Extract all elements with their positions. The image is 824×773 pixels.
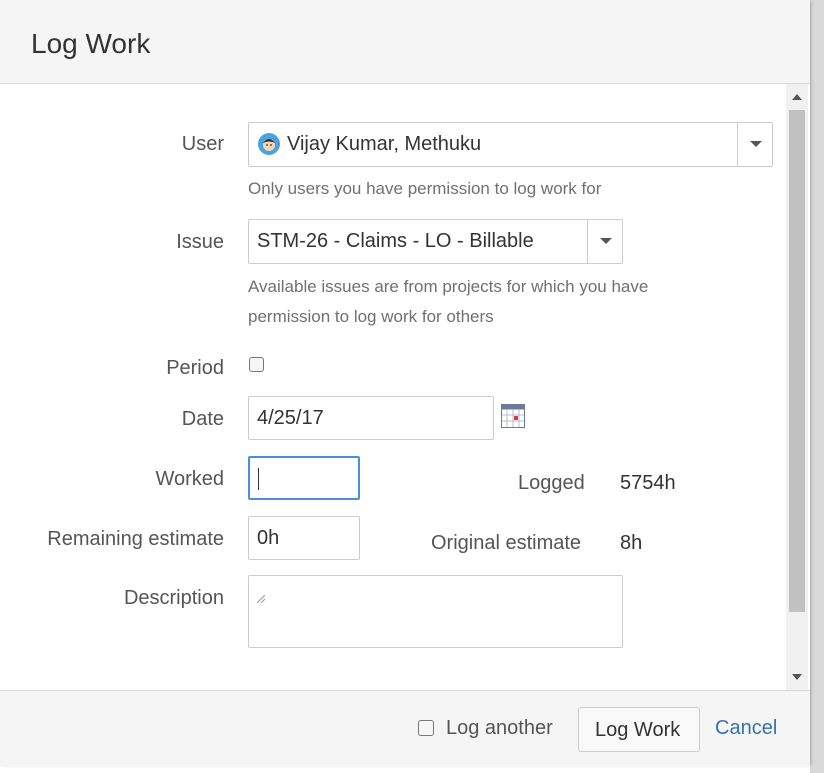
- remaining-estimate-value: 0h: [257, 527, 280, 549]
- worked-input[interactable]: [248, 456, 360, 500]
- user-select-value: Vijay Kumar, Methuku: [287, 133, 482, 155]
- logged-label: Logged: [518, 472, 585, 494]
- dialog-body: User Vijay Kumar, Methuku Only users you…: [0, 84, 786, 690]
- scroll-down-icon[interactable]: [792, 674, 802, 680]
- log-work-dialog: Log Work User Vijay Kumar, Methuku Only …: [0, 0, 810, 766]
- dialog-title: Log Work: [31, 28, 151, 59]
- issue-help-text-line1: Available issues are from projects for w…: [248, 277, 649, 296]
- dialog-scrollbar[interactable]: [786, 84, 808, 690]
- original-estimate-value: 8h: [620, 532, 643, 554]
- calendar-icon[interactable]: [501, 404, 525, 428]
- issue-select[interactable]: STM-26 - Claims - LO - Billable: [248, 219, 623, 264]
- issue-select-value: STM-26 - Claims - LO - Billable: [257, 230, 534, 252]
- description-label: Description: [123, 587, 224, 609]
- period-checkbox[interactable]: [249, 357, 264, 372]
- remaining-estimate-input[interactable]: 0h: [248, 516, 360, 560]
- user-avatar: [258, 133, 280, 155]
- user-select[interactable]: Vijay Kumar, Methuku: [248, 122, 773, 167]
- worked-label: Worked: [155, 468, 224, 490]
- log-work-button-label: Log Work: [595, 719, 681, 741]
- issue-label: Issue: [176, 231, 224, 253]
- description-textarea[interactable]: [248, 575, 623, 648]
- dialog-header: Log Work: [0, 0, 810, 84]
- original-estimate-label: Original estimate: [431, 532, 582, 554]
- scrollbar-thumb[interactable]: [789, 110, 805, 612]
- log-another-checkbox[interactable]: [418, 720, 434, 736]
- remaining-estimate-label: Remaining estimate: [47, 528, 224, 550]
- resize-handle-icon[interactable]: [256, 586, 266, 604]
- dialog-footer: Log another Log Work Cancel: [0, 690, 810, 766]
- logged-value: 5754h: [620, 472, 676, 494]
- issue-help-text-line2: permission to log work for others: [248, 307, 494, 326]
- period-label: Period: [166, 357, 224, 379]
- chevron-down-icon[interactable]: [737, 123, 772, 166]
- log-work-button[interactable]: Log Work: [578, 707, 700, 752]
- chevron-down-icon[interactable]: [587, 220, 622, 263]
- log-another-label[interactable]: Log another: [446, 717, 553, 740]
- date-input[interactable]: 4/25/17: [248, 396, 494, 440]
- user-label: User: [181, 133, 224, 155]
- text-cursor: [258, 468, 259, 490]
- date-label: Date: [181, 408, 224, 430]
- scroll-up-icon[interactable]: [792, 94, 802, 100]
- modal-backdrop: [810, 0, 824, 773]
- date-input-value: 4/25/17: [257, 407, 324, 429]
- cancel-link[interactable]: Cancel: [715, 717, 777, 740]
- user-help-text: Only users you have permission to log wo…: [248, 179, 602, 198]
